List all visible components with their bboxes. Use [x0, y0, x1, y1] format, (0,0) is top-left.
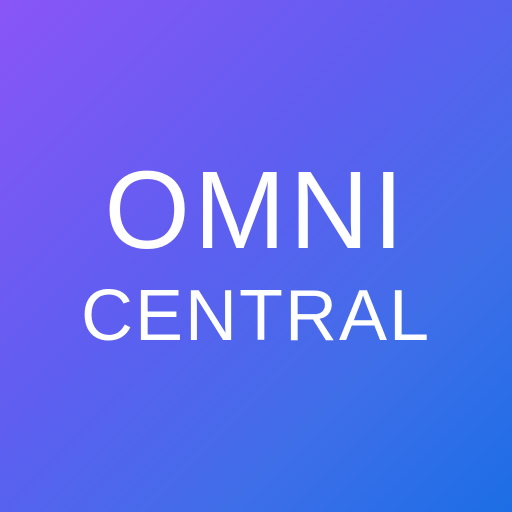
logo-line-omni: OMNI: [104, 149, 408, 272]
app-logo-tile: OMNI CENTRAL: [0, 0, 512, 512]
logo-line-central: CENTRAL: [80, 276, 432, 356]
logo-wordmark: OMNI CENTRAL: [0, 0, 512, 512]
